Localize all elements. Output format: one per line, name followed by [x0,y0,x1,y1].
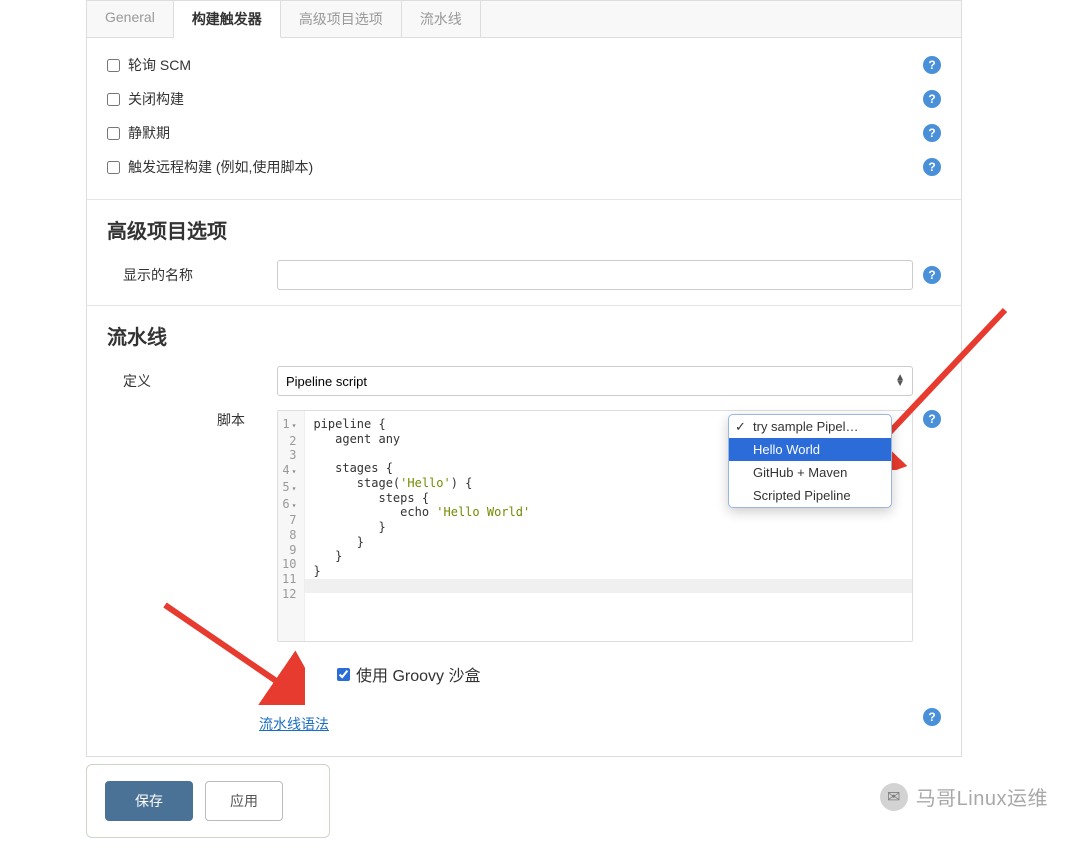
help-icon[interactable]: ? [923,266,941,284]
dropdown-item-try-sample[interactable]: try sample Pipel… [729,415,891,438]
label-quiet-period: 静默期 [128,123,923,143]
help-icon[interactable]: ? [923,410,941,428]
display-name-input[interactable] [277,260,913,290]
help-icon[interactable]: ? [923,708,941,726]
help-icon[interactable]: ? [923,90,941,108]
display-name-row: 显示的名称 ? [107,260,941,290]
trigger-poll-scm-row: 轮询 SCM ? [107,48,941,82]
section-pipeline-title: 流水线 [107,321,941,350]
wechat-icon: ✉ [880,783,908,811]
definition-label: 定义 [107,371,277,391]
dropdown-item-github-maven[interactable]: GitHub + Maven [729,461,891,484]
trigger-disable-build-row: 关闭构建 ? [107,82,941,116]
tab-build-triggers[interactable]: 构建触发器 [174,0,281,38]
sandbox-label: 使用 Groovy 沙盒 [356,662,480,686]
editor-gutter: 1 2 3 4 5 6 7 8 9 10 11 12 [278,411,305,641]
divider [87,305,961,306]
tab-pipeline[interactable]: 流水线 [402,0,481,37]
checkbox-disable-build[interactable] [107,93,120,106]
checkbox-groovy-sandbox[interactable] [337,668,350,681]
trigger-remote-row: 触发远程构建 (例如,使用脚本) ? [107,150,941,184]
divider [87,199,961,200]
help-icon[interactable]: ? [923,124,941,142]
checkbox-poll-scm[interactable] [107,59,120,72]
definition-row: 定义 Pipeline script ▲▼ [107,366,941,396]
help-icon[interactable]: ? [923,56,941,74]
watermark: ✉ 马哥Linux运维 [880,782,1048,811]
trigger-quiet-period-row: 静默期 ? [107,116,941,150]
dropdown-item-scripted[interactable]: Scripted Pipeline [729,484,891,507]
tabs-bar: General 构建触发器 高级项目选项 流水线 [87,0,961,38]
sample-pipeline-dropdown[interactable]: try sample Pipel… Hello World GitHub + M… [728,414,892,508]
button-bar: 保存 应用 [86,764,330,838]
dropdown-item-hello-world[interactable]: Hello World [729,438,891,461]
config-panel: General 构建触发器 高级项目选项 流水线 轮询 SCM ? 关闭构建 ?… [86,0,962,757]
definition-select[interactable]: Pipeline script [277,366,913,396]
tab-general[interactable]: General [87,0,174,37]
apply-button[interactable]: 应用 [205,781,283,821]
label-remote-trigger: 触发远程构建 (例如,使用脚本) [128,157,923,177]
section-advanced-title: 高级项目选项 [107,215,941,244]
script-row: 脚本 1 2 3 4 5 6 7 8 9 10 11 12 [107,410,941,734]
display-name-label: 显示的名称 [107,265,277,285]
checkbox-quiet-period[interactable] [107,127,120,140]
save-button[interactable]: 保存 [105,781,193,821]
content-area: 轮询 SCM ? 关闭构建 ? 静默期 ? 触发远程构建 (例如,使用脚本) ?… [87,38,961,756]
help-icon[interactable]: ? [923,158,941,176]
label-disable-build: 关闭构建 [128,89,923,109]
tab-advanced[interactable]: 高级项目选项 [281,0,402,37]
tabs-spacer [481,0,961,37]
sandbox-row: 使用 Groovy 沙盒 [337,662,913,686]
pipeline-syntax-link[interactable]: 流水线语法 [259,714,329,734]
checkbox-remote-trigger[interactable] [107,161,120,174]
watermark-text: 马哥Linux运维 [916,782,1048,811]
label-poll-scm: 轮询 SCM [128,55,923,75]
script-label: 脚本 [107,410,277,734]
